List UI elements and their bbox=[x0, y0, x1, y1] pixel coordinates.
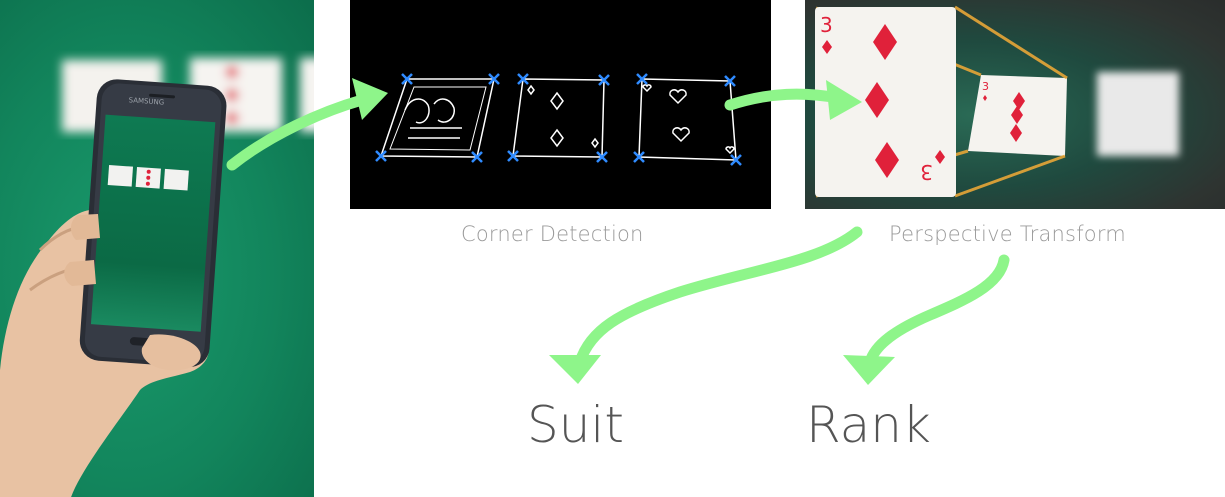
corner-detection-caption: Corner Detection bbox=[461, 222, 644, 246]
arrowhead-perspective bbox=[826, 80, 862, 120]
arrow-to-perspective-transform bbox=[724, 88, 844, 111]
arrowhead-corner bbox=[352, 78, 388, 120]
arrowhead-suit bbox=[549, 355, 601, 384]
arrow-to-suit bbox=[574, 226, 863, 368]
perspective-transform-caption: Perspective Transform bbox=[889, 222, 1126, 246]
rank-label: Rank bbox=[806, 396, 931, 454]
arrow-to-rank bbox=[864, 254, 1010, 368]
arrow-to-corner-detection bbox=[226, 94, 368, 171]
suit-label: Suit bbox=[527, 396, 624, 454]
arrowhead-rank bbox=[843, 355, 895, 385]
